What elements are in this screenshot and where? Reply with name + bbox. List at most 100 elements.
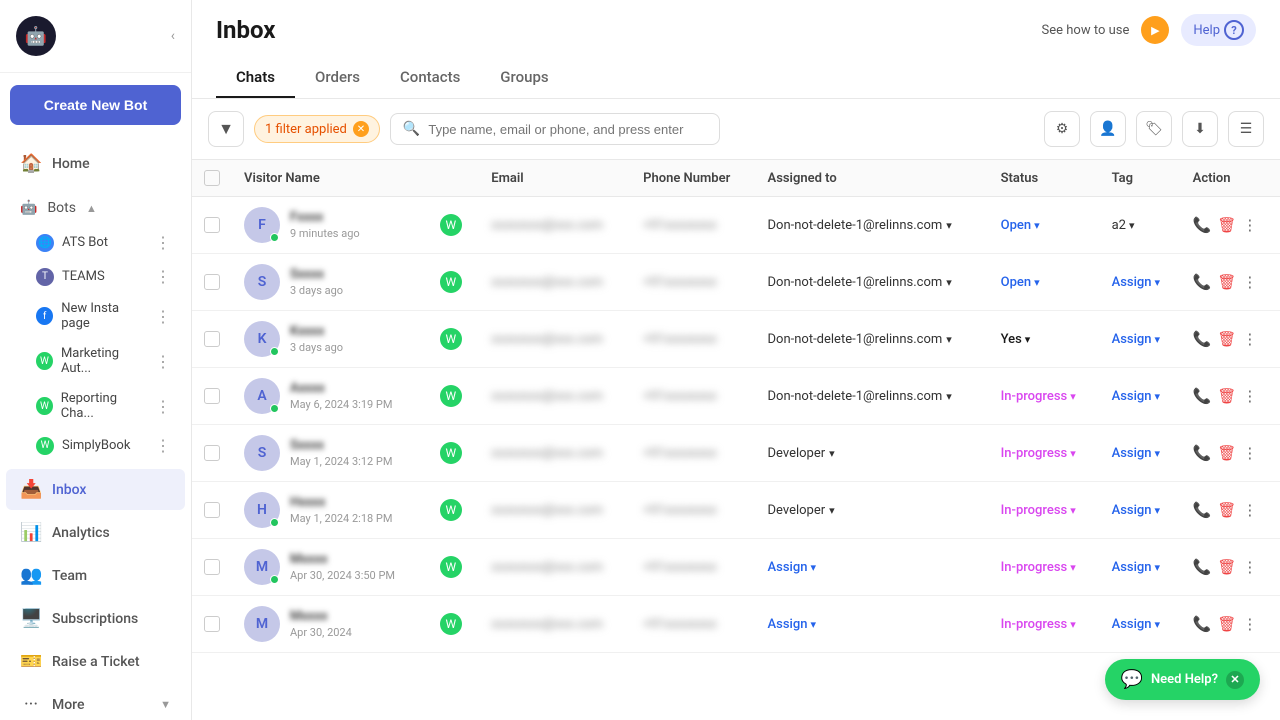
assigned-to-cell[interactable]: Don-not-delete-1@relinns.com ▾ — [756, 197, 989, 254]
tag-cell[interactable]: a2 ▾ — [1100, 197, 1181, 254]
sidebar-item-simplybook[interactable]: W SimplyBook ⋮ — [6, 429, 185, 462]
tag-cell[interactable]: Assign ▾ — [1100, 254, 1181, 311]
search-input[interactable] — [428, 122, 707, 137]
row-checkbox[interactable] — [204, 559, 220, 575]
sidebar-item-home[interactable]: 🏠 Home — [6, 143, 185, 184]
row-checkbox[interactable] — [204, 445, 220, 461]
status-cell[interactable]: In-progress ▾ — [989, 425, 1100, 482]
assigned-to-email[interactable]: Don-not-delete-1@relinns.com ▾ — [768, 275, 977, 290]
tag-action-button[interactable]: 🏷 — [1136, 111, 1172, 147]
tag-assign[interactable]: Assign ▾ — [1112, 389, 1169, 404]
sidebar-item-teams[interactable]: T TEAMS ⋮ — [6, 260, 185, 293]
delete-action-button[interactable]: 🗑 — [1217, 444, 1236, 462]
status-badge[interactable]: In-progress ▾ — [1001, 446, 1088, 461]
status-cell[interactable]: Yes ▾ — [989, 311, 1100, 368]
filter-button[interactable]: ▼ — [208, 111, 244, 147]
status-badge[interactable]: In-progress ▾ — [1001, 560, 1088, 575]
bot-more-icon[interactable]: ⋮ — [155, 307, 171, 326]
status-badge[interactable]: In-progress ▾ — [1001, 503, 1088, 518]
tag-assign[interactable]: Assign ▾ — [1112, 275, 1169, 290]
more-action-button[interactable]: ⋮ — [1242, 615, 1257, 633]
row-checkbox[interactable] — [204, 217, 220, 233]
call-action-button[interactable]: 📞 — [1193, 444, 1212, 462]
status-badge[interactable]: Yes ▾ — [1001, 332, 1088, 347]
sidebar-item-subscriptions[interactable]: 🖥️ Subscriptions — [6, 598, 185, 639]
sidebar-item-inbox[interactable]: 📥 Inbox — [6, 469, 185, 510]
call-action-button[interactable]: 📞 — [1193, 330, 1212, 348]
tag-cell[interactable]: Assign ▾ — [1100, 596, 1181, 653]
menu-action-button[interactable]: ☰ — [1228, 111, 1264, 147]
tag-assign[interactable]: Assign ▾ — [1112, 617, 1169, 632]
delete-action-button[interactable]: 🗑 — [1217, 216, 1236, 234]
bots-header[interactable]: 🤖 Bots ▲ — [6, 192, 185, 224]
assigned-to-cell[interactable]: Don-not-delete-1@relinns.com ▾ — [756, 311, 989, 368]
status-cell[interactable]: In-progress ▾ — [989, 482, 1100, 539]
tag-badge[interactable]: a2 ▾ — [1112, 218, 1169, 233]
remove-filter-button[interactable]: ✕ — [353, 121, 369, 137]
call-action-button[interactable]: 📞 — [1193, 273, 1212, 291]
more-action-button[interactable]: ⋮ — [1242, 330, 1257, 348]
assigned-to-cell[interactable]: Developer ▾ — [756, 482, 989, 539]
need-help-bubble[interactable]: 💬 Need Help? ✕ — [1105, 659, 1260, 700]
assign-user-action-button[interactable]: 👤 — [1090, 111, 1126, 147]
assigned-to-cell[interactable]: Assign ▾ — [756, 539, 989, 596]
more-action-button[interactable]: ⋮ — [1242, 273, 1257, 291]
delete-action-button[interactable]: 🗑 — [1217, 615, 1236, 633]
tag-cell[interactable]: Assign ▾ — [1100, 368, 1181, 425]
sidebar-item-more[interactable]: ··· More ▼ — [6, 684, 185, 720]
status-cell[interactable]: Open ▾ — [989, 197, 1100, 254]
status-cell[interactable]: In-progress ▾ — [989, 596, 1100, 653]
need-help-close-button[interactable]: ✕ — [1226, 671, 1244, 689]
row-checkbox[interactable] — [204, 388, 220, 404]
more-action-button[interactable]: ⋮ — [1242, 558, 1257, 576]
more-action-button[interactable]: ⋮ — [1242, 387, 1257, 405]
settings-action-button[interactable]: ⚙ — [1044, 111, 1080, 147]
status-cell[interactable]: In-progress ▾ — [989, 539, 1100, 596]
call-action-button[interactable]: 📞 — [1193, 387, 1212, 405]
delete-action-button[interactable]: 🗑 — [1217, 501, 1236, 519]
sidebar-item-ats-bot[interactable]: 🌐 ATS Bot ⋮ — [6, 226, 185, 259]
call-action-button[interactable]: 📞 — [1193, 615, 1212, 633]
delete-action-button[interactable]: 🗑 — [1217, 273, 1236, 291]
sidebar-item-analytics[interactable]: 📊 Analytics — [6, 512, 185, 553]
tag-assign[interactable]: Assign ▾ — [1112, 560, 1169, 575]
tab-orders[interactable]: Orders — [295, 58, 380, 98]
status-badge[interactable]: In-progress ▾ — [1001, 389, 1088, 404]
status-badge[interactable]: Open ▾ — [1001, 275, 1088, 290]
more-action-button[interactable]: ⋮ — [1242, 216, 1257, 234]
sidebar-item-reporting[interactable]: W Reporting Cha... ⋮ — [6, 384, 185, 428]
assigned-to-assign[interactable]: Assign ▾ — [768, 617, 977, 632]
status-cell[interactable]: Open ▾ — [989, 254, 1100, 311]
play-button[interactable]: ▶ — [1141, 16, 1169, 44]
tag-assign[interactable]: Assign ▾ — [1112, 332, 1169, 347]
assigned-to-email[interactable]: Don-not-delete-1@relinns.com ▾ — [768, 332, 977, 347]
tag-cell[interactable]: Assign ▾ — [1100, 425, 1181, 482]
status-cell[interactable]: In-progress ▾ — [989, 368, 1100, 425]
sidebar-item-marketing[interactable]: W Marketing Aut... ⋮ — [6, 339, 185, 383]
tab-chats[interactable]: Chats — [216, 58, 295, 98]
download-action-button[interactable]: ⬇ — [1182, 111, 1218, 147]
row-checkbox[interactable] — [204, 616, 220, 632]
tab-contacts[interactable]: Contacts — [380, 58, 480, 98]
tag-cell[interactable]: Assign ▾ — [1100, 311, 1181, 368]
more-action-button[interactable]: ⋮ — [1242, 444, 1257, 462]
tag-cell[interactable]: Assign ▾ — [1100, 482, 1181, 539]
sidebar-item-team[interactable]: 👥 Team — [6, 555, 185, 596]
delete-action-button[interactable]: 🗑 — [1217, 558, 1236, 576]
more-action-button[interactable]: ⋮ — [1242, 501, 1257, 519]
assigned-to-cell[interactable]: Developer ▾ — [756, 425, 989, 482]
bot-more-icon[interactable]: ⋮ — [155, 267, 171, 286]
sidebar-item-raise-ticket[interactable]: 🎫 Raise a Ticket — [6, 641, 185, 682]
assigned-to-cell[interactable]: Don-not-delete-1@relinns.com ▾ — [756, 254, 989, 311]
status-badge[interactable]: Open ▾ — [1001, 218, 1088, 233]
search-box[interactable]: 🔍 — [390, 113, 720, 145]
bot-more-icon[interactable]: ⋮ — [155, 397, 171, 416]
help-button[interactable]: Help ? — [1181, 14, 1256, 46]
row-checkbox[interactable] — [204, 502, 220, 518]
assigned-to-cell[interactable]: Don-not-delete-1@relinns.com ▾ — [756, 368, 989, 425]
bot-more-icon[interactable]: ⋮ — [155, 352, 171, 371]
sidebar-item-new-insta[interactable]: f New Insta page ⋮ — [6, 294, 185, 338]
assigned-to-email[interactable]: Don-not-delete-1@relinns.com ▾ — [768, 218, 977, 233]
tag-assign[interactable]: Assign ▾ — [1112, 446, 1169, 461]
bot-more-icon[interactable]: ⋮ — [155, 436, 171, 455]
